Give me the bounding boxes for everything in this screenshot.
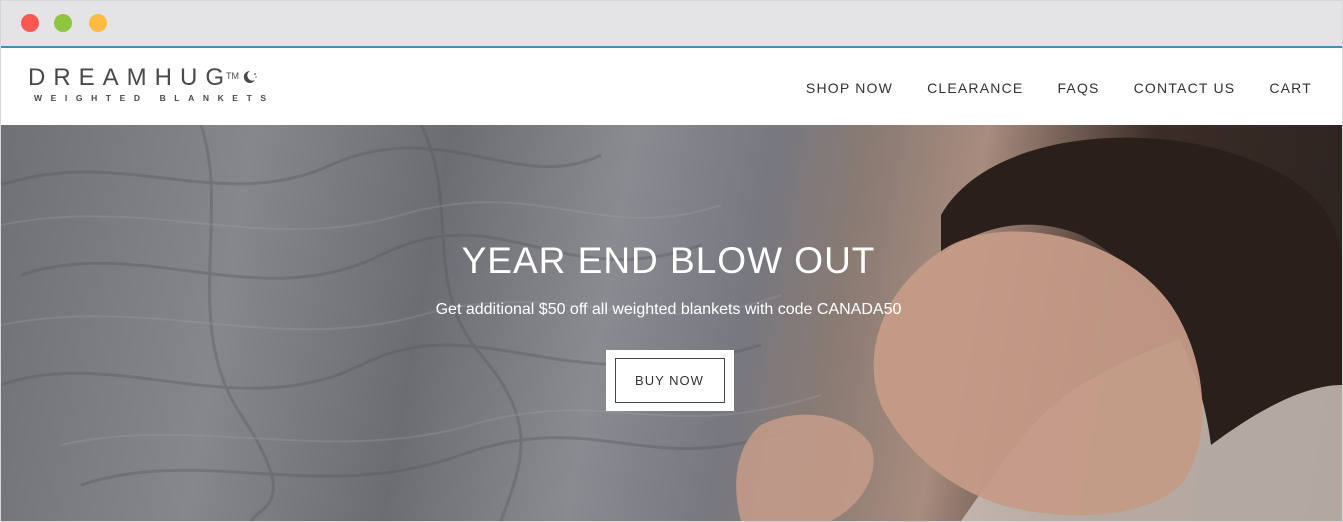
buy-now-button[interactable]: BUY NOW: [614, 358, 725, 403]
nav-clearance[interactable]: CLEARANCE: [927, 80, 1023, 96]
hero-title: YEAR END BLOW OUT: [461, 240, 876, 281]
logo-wordmark: DREAMHUG: [28, 64, 233, 91]
nav-shop-now[interactable]: SHOP NOW: [806, 80, 893, 96]
maximize-window-button[interactable]: [89, 14, 107, 32]
window-chrome: [1, 1, 1342, 48]
hero-banner: YEAR END BLOW OUT Get additional $50 off…: [1, 125, 1342, 521]
logo-tagline: WEIGHTED BLANKETS: [34, 93, 275, 103]
hero-subtitle: Get additional $50 off all weighted blan…: [435, 301, 902, 318]
moon-icon: [241, 65, 257, 89]
logo-trademark: TM: [226, 71, 240, 81]
close-window-button[interactable]: [21, 14, 39, 32]
nav-cart[interactable]: CART: [1269, 80, 1312, 96]
minimize-window-button[interactable]: [54, 14, 72, 32]
browser-window: DREAMHUGTM WEIGHTED BLANKETS SHOP NOW CL…: [0, 0, 1343, 522]
nav-faqs[interactable]: FAQS: [1057, 80, 1099, 96]
site-header: DREAMHUGTM WEIGHTED BLANKETS SHOP NOW CL…: [1, 48, 1342, 127]
nav-contact-us[interactable]: CONTACT US: [1134, 80, 1236, 96]
buy-now-button-frame: BUY NOW: [605, 350, 734, 411]
main-nav: SHOP NOW CLEARANCE FAQS CONTACT US CART: [806, 80, 1312, 96]
hero-content: YEAR END BLOW OUT Get additional $50 off…: [1, 241, 1342, 411]
logo[interactable]: DREAMHUGTM WEIGHTED BLANKETS: [28, 64, 275, 104]
